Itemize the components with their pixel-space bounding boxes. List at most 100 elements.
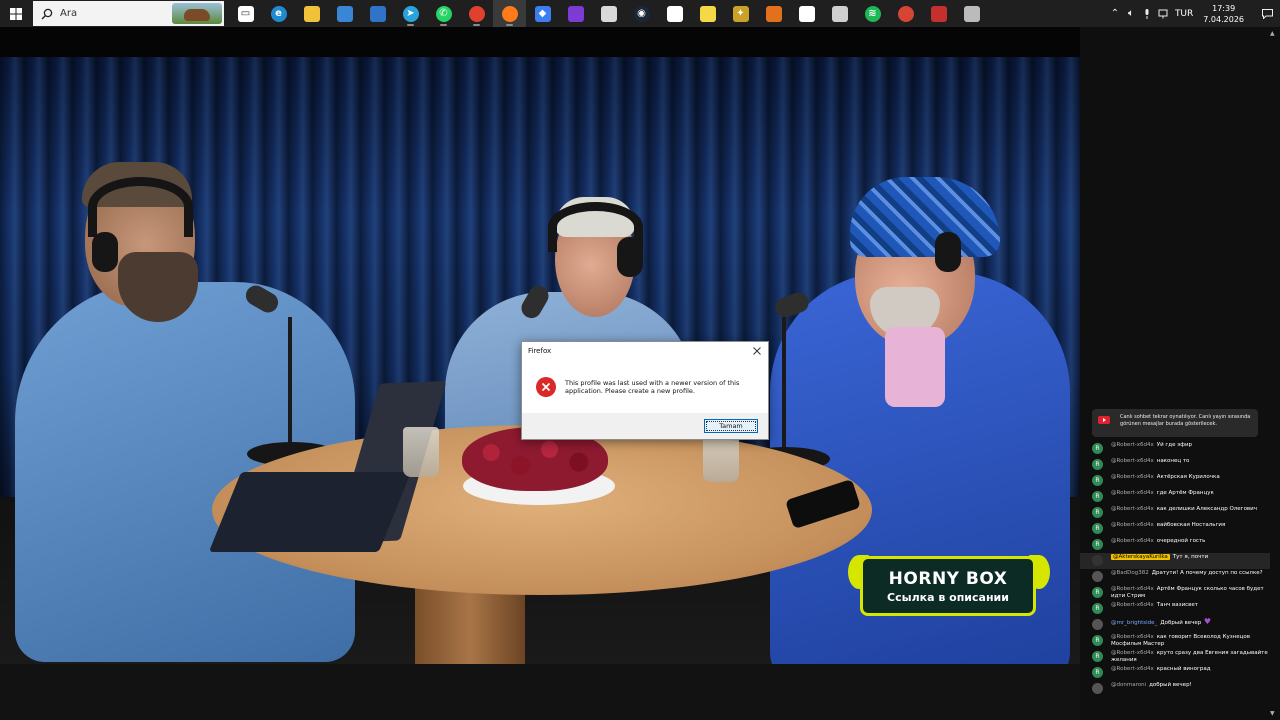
chat-message[interactable]: R @Robert-x6d4x как делишки Александр Олег… xyxy=(1092,505,1272,521)
chat-author[interactable]: @donmaroni xyxy=(1111,682,1146,688)
chat-author[interactable]: @BadDog382 xyxy=(1111,570,1149,576)
taskbar-app-store[interactable] xyxy=(328,0,361,27)
taskbar-app-task-view[interactable]: ▭ xyxy=(229,0,262,27)
chrome-profile-icon xyxy=(897,5,914,22)
taskbar-app-whatsapp[interactable]: ✆ xyxy=(427,0,460,27)
clock[interactable]: 17:39 7.04.2026 xyxy=(1203,3,1244,25)
taskbar-app-app-drop[interactable]: ◆ xyxy=(526,0,559,27)
chat-author[interactable]: @Robert-x6d4x xyxy=(1111,506,1154,512)
chat-author[interactable]: @Robert-x6d4x xyxy=(1111,442,1154,448)
chat-message[interactable]: @BadDog382 Дратути! А почему доступ по сс… xyxy=(1092,569,1272,585)
chat-avatar[interactable]: R xyxy=(1092,603,1103,614)
chat-message[interactable]: @AkterskayaKurilka Тут я, почти xyxy=(1080,553,1270,569)
chat-avatar[interactable]: R xyxy=(1092,587,1103,598)
scroll-up-arrow-icon[interactable]: ▲ xyxy=(1270,30,1277,37)
taskbar-app-app-purple[interactable] xyxy=(559,0,592,27)
taskbar-app-steam[interactable]: ◉ xyxy=(625,0,658,27)
mail-icon xyxy=(369,5,386,22)
taskbar-app-sticky-notes[interactable] xyxy=(691,0,724,27)
chat-message[interactable]: R @Robert-x6d4x красный виноград xyxy=(1092,665,1272,681)
chat-avatar[interactable]: R xyxy=(1092,491,1103,502)
chat-message[interactable]: R @Robert-x6d4x как говорит Всеволод Кузне… xyxy=(1092,633,1272,649)
taskbar-app-notepad[interactable] xyxy=(658,0,691,27)
taskbar-search-box[interactable]: Ara xyxy=(33,1,224,26)
taskbar-app-app-tool[interactable] xyxy=(592,0,625,27)
taskbar-app-file-explorer[interactable] xyxy=(295,0,328,27)
notification-icon[interactable] xyxy=(1254,8,1280,19)
chat-author[interactable]: @Robert-x6d4x xyxy=(1111,602,1154,608)
firefox-error-dialog: Firefox This profile was last used with … xyxy=(521,341,769,440)
chat-avatar[interactable] xyxy=(1092,619,1103,630)
chat-message[interactable]: @donmaroni добрый вечер! xyxy=(1092,681,1272,697)
language-indicator[interactable]: TUR xyxy=(1175,9,1193,19)
chat-message[interactable]: R @Robert-x6d4x Актёрская Курилочка xyxy=(1092,473,1272,489)
taskbar-app-telegram[interactable]: ➤ xyxy=(394,0,427,27)
taskbar-app-app-shield[interactable] xyxy=(757,0,790,27)
chat-author[interactable]: @Robert-x6d4x xyxy=(1111,586,1154,592)
promo-overlay[interactable]: HORNY BOX Ссылка в описании xyxy=(848,555,1050,617)
chat-message-body: @AkterskayaKurilka Тут я, почти xyxy=(1111,554,1208,561)
chat-avatar[interactable]: R xyxy=(1092,459,1103,470)
scroll-down-arrow-icon[interactable]: ▼ xyxy=(1270,710,1277,717)
taskbar-app-chrome[interactable] xyxy=(460,0,493,27)
chat-message-body: @BadDog382 Дратути! А почему доступ по сс… xyxy=(1111,570,1263,577)
chat-message-body: @donmaroni добрый вечер! xyxy=(1111,682,1192,689)
chat-avatar[interactable] xyxy=(1092,555,1103,566)
dialog-close-button[interactable] xyxy=(751,345,763,357)
chat-author[interactable]: @Robert-x6d4x xyxy=(1111,522,1154,528)
chat-avatar[interactable]: R xyxy=(1092,475,1103,486)
chat-avatar[interactable]: R xyxy=(1092,539,1103,550)
search-highlight-image[interactable] xyxy=(172,3,222,24)
chat-text: Тут я, почти xyxy=(1172,554,1209,560)
taskbar-app-mail[interactable] xyxy=(361,0,394,27)
chat-author[interactable]: @Robert-x6d4x xyxy=(1111,666,1154,672)
chat-avatar[interactable]: R xyxy=(1092,651,1103,662)
chat-author[interactable]: @Robert-x6d4x xyxy=(1111,458,1154,464)
chat-message[interactable]: R @Robert-x6d4x где Артём Францук xyxy=(1092,489,1272,505)
start-button[interactable] xyxy=(0,0,32,27)
taskbar-app-app-red[interactable] xyxy=(922,0,955,27)
laptop xyxy=(208,472,412,552)
chat-message[interactable]: R @Robert-x6d4x Артём Францук сколько часо… xyxy=(1092,585,1272,601)
volume-icon[interactable]: 🔈︎ xyxy=(1123,0,1139,27)
taskbar-app-chrome-profile[interactable] xyxy=(889,0,922,27)
chat-message-body: @Robert-x6d4x Артём Францук сколько часов… xyxy=(1111,586,1272,600)
chat-author[interactable]: @Robert-x6d4x xyxy=(1111,634,1154,640)
live-chat-list[interactable]: R @Robert-x6d4x Уй где эфир R @Robert-x6d4x н… xyxy=(1080,441,1272,697)
taskbar-app-document[interactable] xyxy=(790,0,823,27)
chat-message[interactable]: R @Robert-x6d4x Уй где эфир xyxy=(1092,441,1272,457)
chevron-up-icon[interactable]: ⌃ xyxy=(1107,0,1123,27)
chat-avatar[interactable]: R xyxy=(1092,443,1103,454)
chat-message[interactable]: R @Robert-x6d4x наконец то xyxy=(1092,457,1272,473)
chat-author[interactable]: @AkterskayaKurilka xyxy=(1111,554,1170,560)
chat-author[interactable]: @mr_brightside_ xyxy=(1111,620,1157,626)
chat-author[interactable]: @Robert-x6d4x xyxy=(1111,474,1154,480)
left-headphone-cup xyxy=(92,232,118,272)
chat-avatar[interactable]: R xyxy=(1092,507,1103,518)
youtube-icon xyxy=(1098,416,1110,424)
chat-message[interactable]: R @Robert-x6d4x вайбовская Ностальгия xyxy=(1092,521,1272,537)
taskbar-app-spotify[interactable]: ≋ xyxy=(856,0,889,27)
chat-message[interactable]: R @Robert-x6d4x круто сразу два Евгения за… xyxy=(1092,649,1272,665)
running-indicator xyxy=(407,24,414,26)
network-icon[interactable] xyxy=(1155,0,1171,27)
chat-avatar[interactable]: R xyxy=(1092,667,1103,678)
chat-avatar[interactable]: R xyxy=(1092,635,1103,646)
taskbar-app-app-globe[interactable] xyxy=(823,0,856,27)
chat-message[interactable]: @mr_brightside_ Добрый вечер ♥ xyxy=(1092,617,1272,633)
chat-author[interactable]: @Robert-x6d4x xyxy=(1111,490,1154,496)
chat-message-body: @Robert-x6d4x Уй где эфир xyxy=(1111,442,1192,449)
chat-message[interactable]: R @Robert-x6d4x Танч вазисвет xyxy=(1092,601,1272,617)
chat-author[interactable]: @Robert-x6d4x xyxy=(1111,538,1154,544)
chat-avatar[interactable] xyxy=(1092,683,1103,694)
chat-author[interactable]: @Robert-x6d4x xyxy=(1111,650,1154,656)
ok-button[interactable]: Tamam xyxy=(704,419,758,433)
chat-message[interactable]: R @Robert-x6d4x очередной гость xyxy=(1092,537,1272,553)
microphone-icon[interactable] xyxy=(1139,0,1155,27)
chat-avatar[interactable] xyxy=(1092,571,1103,582)
taskbar-app-app-gray[interactable] xyxy=(955,0,988,27)
taskbar-app-firefox[interactable] xyxy=(493,0,526,27)
chat-avatar[interactable]: R xyxy=(1092,523,1103,534)
taskbar-app-edge[interactable]: e xyxy=(262,0,295,27)
taskbar-app-app-game[interactable]: ✦ xyxy=(724,0,757,27)
